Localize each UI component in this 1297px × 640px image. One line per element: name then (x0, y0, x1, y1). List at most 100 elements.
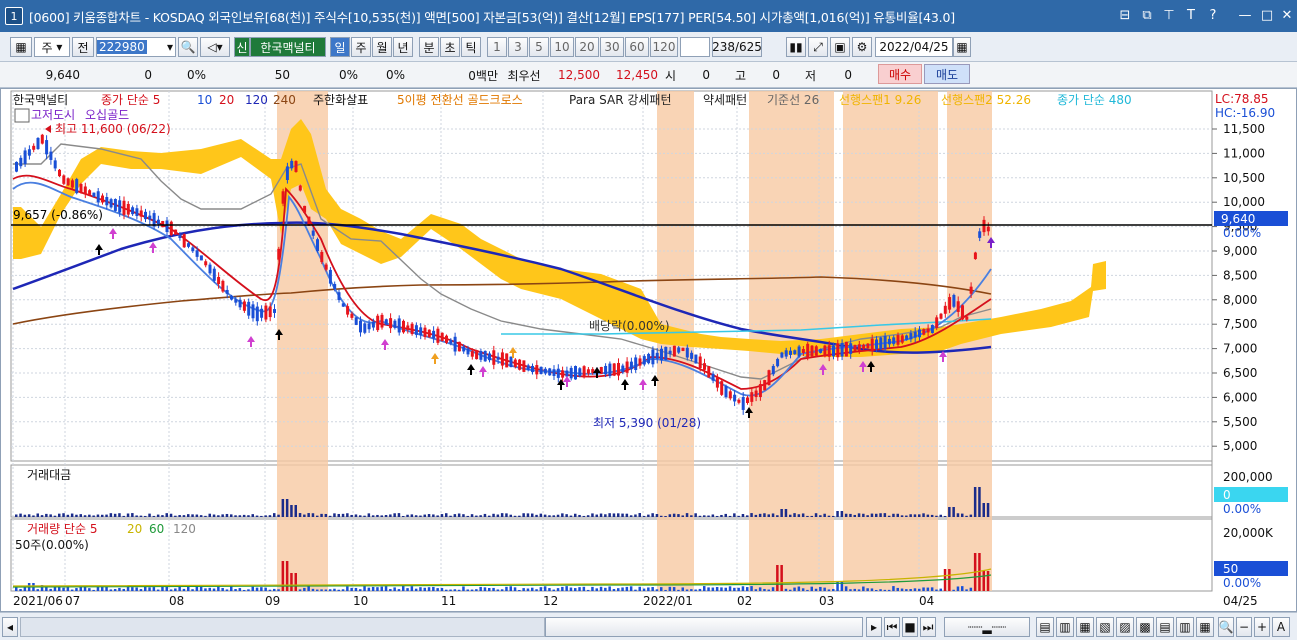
view-icon-7[interactable]: ▤ (1156, 617, 1174, 637)
volume-bar (156, 589, 160, 591)
settings-icon[interactable]: ⚙ (852, 37, 872, 57)
period-week-button[interactable]: 주 (351, 37, 371, 57)
candle-body (273, 309, 276, 313)
search-zoom-icon[interactable]: 🔍 (1218, 617, 1234, 637)
interval-30-button[interactable]: 30 (600, 37, 624, 57)
prev-button[interactable]: 전 (72, 37, 94, 57)
amount-bar (380, 515, 383, 517)
stock-code-value: 222980 (97, 40, 147, 54)
count-input[interactable]: 238/625 (712, 37, 762, 57)
help-icon[interactable]: ? (1205, 7, 1221, 23)
view-icon-8[interactable]: ▥ (1176, 617, 1194, 637)
period-day-button[interactable]: 일 (330, 37, 350, 57)
chart-area[interactable]: 최고 11,600 (06/22) 최저 5,390 (01/28) 배당락(0… (0, 88, 1297, 612)
amount-panel-frame (10, 464, 1213, 518)
line-tool-icon[interactable]: ⤢ (808, 37, 828, 57)
interval-5-button[interactable]: 5 (529, 37, 549, 57)
view-icon-2[interactable]: ▥ (1056, 617, 1074, 637)
period-year-button[interactable]: 년 (393, 37, 413, 57)
search-icon[interactable]: 🔍 (178, 37, 198, 57)
view-icon-5[interactable]: ▨ (1116, 617, 1134, 637)
calendar-icon[interactable]: ▦ (953, 37, 971, 57)
amount-bar (483, 513, 487, 517)
period-second-button[interactable]: 초 (440, 37, 460, 57)
interval-1-button[interactable]: 1 (487, 37, 507, 57)
zoom-in-icon[interactable]: + (1254, 617, 1270, 637)
candle-body (260, 308, 264, 318)
sell-button[interactable]: 매도 (924, 64, 970, 84)
view-icon-1[interactable]: ▤ (1036, 617, 1054, 637)
stop-icon[interactable]: ■ (902, 617, 918, 637)
minimize-icon[interactable]: — (1237, 7, 1253, 23)
view-icon-6[interactable]: ▩ (1136, 617, 1154, 637)
amount-bar (913, 514, 917, 517)
amount-bar (195, 514, 199, 517)
view-icon-9[interactable]: ▦ (1196, 617, 1214, 637)
amount-bar (892, 513, 895, 517)
view-icon-3[interactable]: ▦ (1076, 617, 1094, 637)
volume-bar (260, 587, 263, 591)
volume-bar (277, 589, 280, 591)
grid-icon[interactable]: ▦ (10, 37, 32, 57)
legend-golden: 5이평 전환선 골드크로스 (397, 93, 523, 107)
close-icon[interactable]: ✕ (1279, 7, 1295, 23)
restore-icon[interactable]: ⧉ (1139, 7, 1155, 23)
scroll-thumb[interactable] (545, 617, 863, 637)
interval-3-button[interactable]: 3 (508, 37, 528, 57)
volume-bar (711, 587, 715, 591)
scroll-track[interactable] (20, 617, 545, 637)
scroll-left-icon[interactable]: ◂ (2, 617, 18, 637)
candle-body (780, 352, 784, 358)
volume-bar (337, 589, 340, 591)
interval-120-button[interactable]: 120 (650, 37, 678, 57)
buy-button[interactable]: 매수 (878, 64, 922, 84)
volume-ma60: 60 (149, 522, 164, 536)
amount-bar (548, 515, 551, 517)
pin-icon[interactable]: ⊤ (1161, 7, 1177, 23)
save-icon[interactable]: ▣ (830, 37, 850, 57)
amount-bar (746, 515, 749, 517)
amount-bar (793, 513, 796, 517)
scroll-right-icon[interactable]: ▸ (866, 617, 882, 637)
bar-chart-icon[interactable]: ▮▮ (786, 37, 806, 57)
date-input[interactable]: 2022/04/25 (875, 37, 953, 57)
text-icon[interactable]: T (1183, 7, 1199, 23)
candle-body (174, 229, 178, 235)
interval-60-button[interactable]: 60 (625, 37, 649, 57)
period-minute-button[interactable]: 분 (419, 37, 439, 57)
chart-svg[interactable]: 최고 11,600 (06/22) 최저 5,390 (01/28) 배당락(0… (1, 89, 1296, 611)
layout-icon[interactable]: ⊟ (1117, 7, 1133, 23)
period-type-select[interactable]: 주 ▾ (34, 37, 70, 57)
maximize-icon[interactable]: □ (1259, 7, 1275, 23)
period-tick-button[interactable]: 틱 (461, 37, 481, 57)
volume-bar (862, 586, 865, 591)
amount-bar (492, 513, 495, 517)
candle-body (350, 313, 354, 318)
volume-bar (758, 587, 762, 591)
interval-custom-select[interactable] (680, 37, 710, 57)
zoom-out-icon[interactable]: − (1236, 617, 1252, 637)
interval-20-button[interactable]: 20 (575, 37, 599, 57)
price-axis-label: 6,500 (1223, 366, 1257, 380)
candle-body (27, 149, 31, 156)
candle-body (101, 195, 104, 203)
rewind-icon[interactable]: ⏮ (884, 617, 900, 637)
gojeo-icon[interactable] (14, 108, 30, 123)
volume-bar (225, 589, 229, 591)
candle-body (53, 160, 57, 169)
period-month-button[interactable]: 월 (372, 37, 392, 57)
sound-icon[interactable]: ◁▾ (200, 37, 230, 57)
amount-bar (780, 509, 783, 517)
amount-bar (728, 515, 732, 517)
forward-icon[interactable]: ⏭ (920, 617, 936, 637)
candle-body (281, 191, 285, 204)
interval-10-button[interactable]: 10 (550, 37, 574, 57)
speed-slider[interactable]: ┈┈▂┈┈ (944, 617, 1030, 637)
high-label: 고 (734, 68, 746, 83)
view-icon-4[interactable]: ▧ (1096, 617, 1114, 637)
candle-body (703, 363, 706, 370)
amount-bar (617, 513, 620, 517)
amount-bar (307, 513, 310, 517)
stock-code-input[interactable]: 222980 ▾ (96, 37, 176, 57)
auto-scale-icon[interactable]: A (1272, 617, 1290, 637)
